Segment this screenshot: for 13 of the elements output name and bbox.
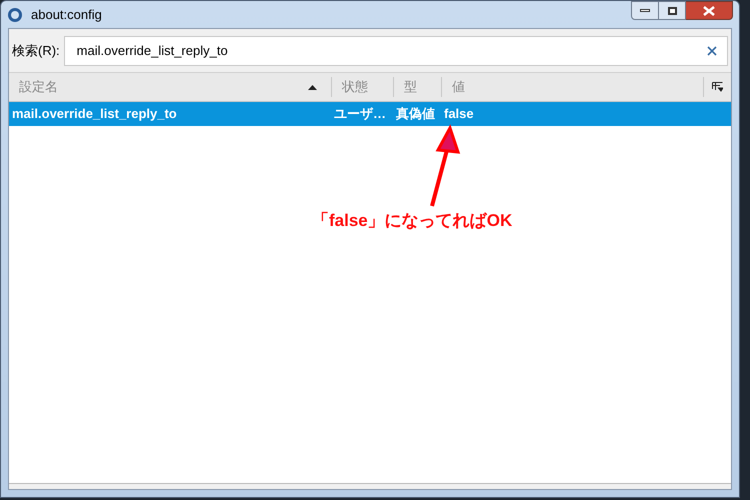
annotation-text: 「false」になってればOK: [312, 210, 512, 232]
column-header[interactable]: 設定名: [9, 77, 331, 97]
table-cell-text: mail.override_list_reply_to: [11, 105, 178, 124]
column-header[interactable]: 状態: [331, 77, 393, 97]
search-label: 検索(R):: [12, 42, 60, 60]
table-cell-text: ユーザ…: [333, 105, 387, 124]
window-title: about:config: [31, 6, 102, 24]
table-cell-text: 真偽値: [395, 105, 436, 124]
column-header[interactable]: 型: [393, 77, 441, 97]
table-row[interactable]: mail.override_list_reply_to ユーザ… 真偽値 false: [9, 102, 731, 126]
column-header[interactable]: 値: [441, 77, 703, 97]
table-cell-text: false: [443, 105, 475, 124]
search-field[interactable]: mail.override_list_reply_to: [64, 36, 728, 66]
